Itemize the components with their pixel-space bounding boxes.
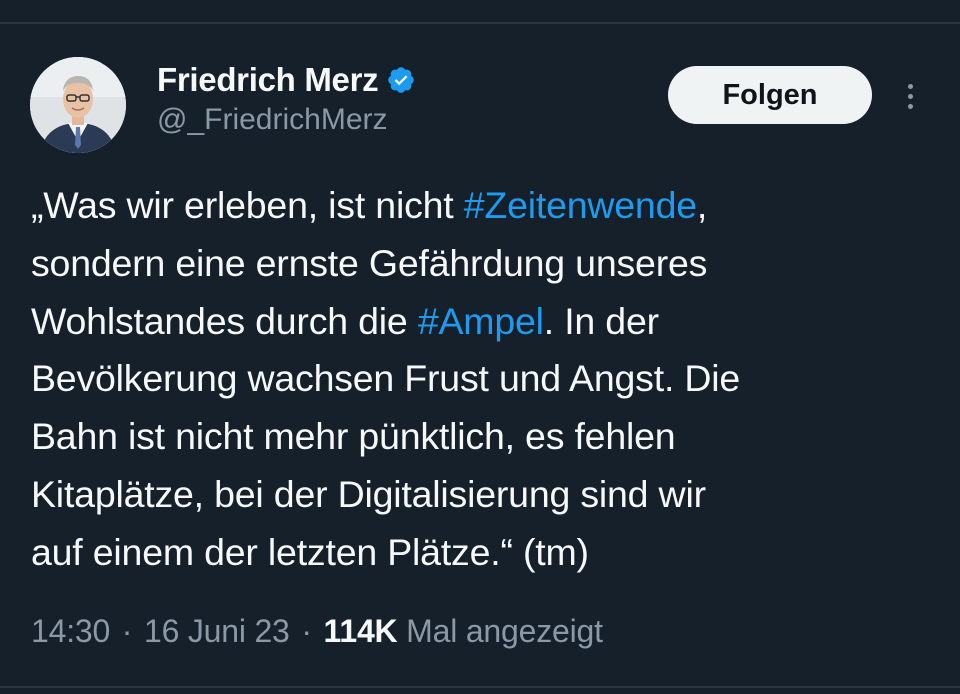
hashtag-link[interactable]: #Ampel (418, 300, 544, 342)
more-dot (907, 93, 913, 99)
more-vertical-icon[interactable] (896, 76, 924, 116)
top-divider (0, 22, 960, 24)
tweet-line: „Was wir erleben, ist nicht #Zeitenwende… (31, 177, 931, 235)
meta-separator: · (301, 613, 312, 649)
tweet-line: Bahn ist nicht mehr pünktlich, es fehlen (31, 408, 931, 466)
tweet-meta: 14:30 · 16 Juni 23 · 114K Mal angezeigt (31, 613, 603, 650)
tweet-line: auf einem der letzten Plätze.“ (tm) (31, 524, 931, 582)
tweet-date[interactable]: 16 Juni 23 (144, 613, 290, 649)
tweet-text-segment: sondern eine ernste Gefährdung unseres (31, 241, 708, 284)
tweet-text-segment: auf einem der letzten Plätze.“ (tm) (31, 530, 589, 573)
tweet-text-segment: Bahn ist nicht mehr pünktlich, es fehlen (31, 415, 676, 458)
meta-separator: · (121, 613, 133, 649)
tweet-line: Wohlstandes durch die #Ampel. In der (31, 293, 931, 351)
tweet-time[interactable]: 14:30 (31, 613, 110, 649)
hashtag-link[interactable]: #Zeitenwende (464, 184, 697, 226)
follow-button[interactable]: Folgen (668, 66, 872, 124)
views-count[interactable]: 114K (324, 613, 398, 649)
tweet-text-segment: , (696, 184, 708, 226)
tweet-line: Kitaplätze, bei der Digitalisierung sind… (31, 466, 931, 524)
verified-badge-icon[interactable] (386, 65, 416, 95)
more-dot (907, 103, 913, 109)
more-dot (907, 83, 913, 89)
views-label: Mal angezeigt (406, 613, 603, 649)
author-handle[interactable]: @_FriedrichMerz (157, 103, 388, 137)
tweet-line: Bevölkerung wachsen Frust und Angst. Die (31, 350, 931, 408)
tweet-text-segment: Wohlstandes durch die (31, 299, 418, 342)
author-display-name[interactable]: Friedrich Merz (157, 61, 379, 99)
avatar-image (30, 57, 126, 153)
tweet-text-segment: „Was wir erleben, ist nicht (31, 184, 464, 226)
tweet-text-segment: Bevölkerung wachsen Frust und Angst. Die (31, 357, 741, 400)
author-name-row: Friedrich Merz (157, 58, 416, 102)
avatar[interactable] (30, 57, 126, 153)
tweet-text-segment: . In der (543, 299, 659, 342)
tweet-text: „Was wir erleben, ist nicht #Zeitenwende… (31, 177, 931, 582)
tweet-line: sondern eine ernste Gefährdung unseres (31, 235, 931, 293)
bottom-divider (0, 686, 960, 688)
tweet-text-segment: Kitaplätze, bei der Digitalisierung sind… (31, 472, 706, 515)
